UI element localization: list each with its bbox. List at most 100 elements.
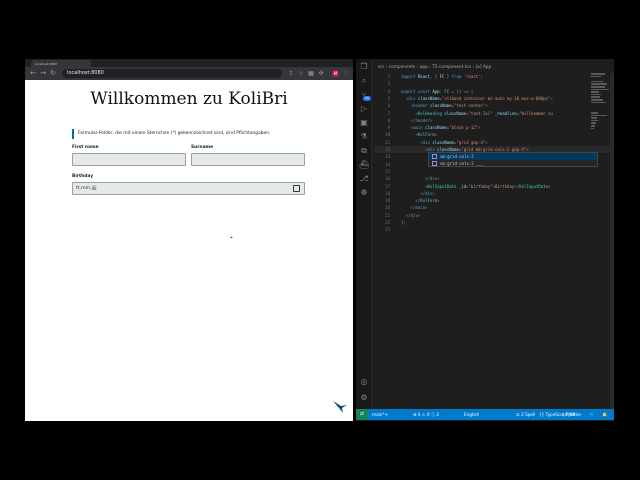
calendar-icon[interactable]	[293, 185, 300, 192]
search-icon[interactable]: ⌕	[359, 76, 369, 86]
extension-icon[interactable]: ▦	[307, 69, 315, 78]
status-bar: ⇄ main*+ ⊗ 0 ⚠ 0 ⓘ 2 English ⚖ 2 Spell {…	[356, 409, 614, 420]
address-bar[interactable]: localhost:8080	[62, 69, 282, 78]
first-name-field[interactable]	[72, 153, 186, 166]
spell-language[interactable]: English	[464, 409, 479, 420]
code-line[interactable]: 18 </div>	[374, 190, 614, 197]
code-text: </div>	[405, 212, 421, 218]
code-line[interactable]: 10 <KolForm>	[374, 131, 614, 138]
git-graph-icon[interactable]: ⎇	[359, 174, 369, 184]
code-line[interactable]: 8 </header>	[374, 117, 614, 124]
menu-icon[interactable]: ⋮	[342, 69, 350, 78]
feedback-icon[interactable]: ⚐	[590, 409, 594, 420]
code-line[interactable]: 20 </main>	[374, 204, 614, 211]
notifications-icon[interactable]: 🔔	[602, 409, 607, 420]
surname-field[interactable]	[191, 153, 305, 166]
spell-checker[interactable]: ⚖ 2 Spell	[516, 409, 535, 420]
docker-icon[interactable]: ⛴	[359, 160, 369, 170]
line-number: 3	[387, 81, 390, 87]
minimap-line	[591, 83, 607, 85]
code-line[interactable]: 15	[374, 168, 614, 175]
code-text: </header>	[410, 117, 433, 123]
code-line[interactable]: 4 export const App: FC = () => (	[374, 88, 614, 95]
line-number: 21	[385, 212, 390, 218]
line-number: 12	[385, 147, 390, 152]
code-line[interactable]: 19 </KolForm>	[374, 197, 614, 204]
surname-label: Surname	[191, 145, 214, 150]
code-line[interactable]: 6 <header className="text-center">	[374, 102, 614, 109]
minimap-line	[591, 73, 605, 75]
code-line[interactable]: 17 <KolInputDate _id="birthday">Birthday…	[374, 183, 614, 190]
minimap-line	[591, 122, 596, 124]
forward-icon[interactable]: →	[39, 69, 47, 78]
line-number: 8	[387, 117, 390, 123]
line-number: 15	[385, 168, 390, 174]
code-text: </div>	[420, 190, 435, 196]
suggestion-item[interactable]: sm:grid-cols-2	[429, 153, 597, 160]
git-branch[interactable]: main*+	[372, 409, 388, 420]
line-number: 23	[385, 227, 390, 233]
line-number: 6	[387, 103, 390, 109]
star-icon[interactable]: ☆	[297, 69, 305, 78]
line-number: 22	[385, 220, 390, 225]
share-icon[interactable]: ⇪	[287, 69, 295, 78]
code-line[interactable]: 22);	[374, 219, 614, 226]
code-text: import React, { FC } from 'react';	[401, 74, 483, 79]
birthday-placeholder: tt.mm.jjjj	[76, 186, 97, 191]
line-number: 19	[385, 198, 390, 204]
code-line[interactable]: 23	[374, 226, 614, 233]
required-hint: Formular-Felder, die mit einem Sternchen…	[72, 129, 332, 139]
explorer-icon[interactable]: ❐	[359, 62, 369, 72]
code-line[interactable]: 7 <KolHeading className="text-2xl" _head…	[374, 110, 614, 117]
birthday-field[interactable]: tt.mm.jjjj	[72, 182, 305, 195]
class-icon	[432, 161, 437, 166]
code-line[interactable]: 3	[374, 80, 614, 87]
code-line[interactable]: 21 </div>	[374, 212, 614, 219]
browser-tab[interactable]: localhost:8080	[31, 60, 91, 67]
run-debug-icon[interactable]: ▷	[359, 104, 369, 114]
prettier-status[interactable]: ✓ Prettier	[561, 409, 581, 420]
mouse-cursor: ⌖	[230, 235, 233, 241]
minimap-line	[591, 91, 599, 93]
remote-icon[interactable]: ⧉	[359, 146, 369, 156]
code-line[interactable]: 2 import React, { FC } from 'react';	[374, 73, 614, 80]
code-line[interactable]: 11 <div className="grid gap-4">	[374, 139, 614, 146]
account-icon[interactable]: ◎	[359, 377, 369, 387]
code-text: <div className="stiband container mx-aut…	[405, 95, 553, 101]
code-editor: ❐ ⌕ ⑂ 20 ▷ ▣ ⚗ ⧉ ⛴ ⎇ ☸ ◎ ⚙ src › compone…	[356, 59, 614, 421]
code-line[interactable]: 5 <div className="stiband container mx-a…	[374, 95, 614, 102]
line-number: 4	[387, 88, 390, 94]
editor-scrollbar[interactable]	[610, 73, 614, 409]
back-icon[interactable]: ←	[29, 69, 37, 78]
minimap-line	[591, 96, 600, 98]
line-number: 11	[385, 139, 390, 145]
minimap-line	[591, 119, 598, 122]
minimap[interactable]	[590, 73, 609, 133]
code-line[interactable]: 9 <main className="block p-12">	[374, 124, 614, 131]
puzzle-icon[interactable]: ✣	[317, 69, 325, 78]
extensions-icon[interactable]: ▣	[359, 118, 369, 128]
avatar[interactable]: M	[332, 70, 339, 77]
docker-icon-2[interactable]: ☸	[359, 188, 369, 198]
code-text: <main className="block p-12">	[410, 125, 481, 131]
code-text: </div>	[425, 176, 440, 182]
line-number: 14	[385, 161, 390, 167]
autocomplete-popup[interactable]: sm:grid-cols-2 sm:grid-cols-2 ___	[428, 152, 598, 167]
reload-icon[interactable]: ↻	[49, 69, 57, 78]
suggestion-item[interactable]: sm:grid-cols-2 ___	[429, 160, 597, 167]
testing-icon[interactable]: ⚗	[359, 132, 369, 142]
breadcrumb[interactable]: src › components › app › TS component.ts…	[378, 65, 491, 70]
code-text: );	[401, 220, 406, 225]
remote-indicator-icon[interactable]: ⇄	[356, 409, 368, 420]
code-line[interactable]: 16 </div>	[374, 175, 614, 182]
suggestion-label: sm:grid-cols-2	[440, 154, 474, 159]
code-text: export const App: FC = () => (	[401, 88, 474, 94]
minimap-line	[591, 93, 601, 96]
line-number: 17	[385, 183, 390, 189]
code-text: <KolInputDate _id="birthday">Birthday</K…	[425, 183, 551, 189]
minimap-line	[591, 125, 595, 127]
problems-count[interactable]: ⊗ 0 ⚠ 0 ⓘ 2	[413, 409, 439, 420]
source-control-badge: 20	[363, 96, 371, 101]
suggestion-label: sm:grid-cols-2 ___	[440, 161, 484, 166]
settings-gear-icon[interactable]: ⚙	[359, 393, 369, 403]
